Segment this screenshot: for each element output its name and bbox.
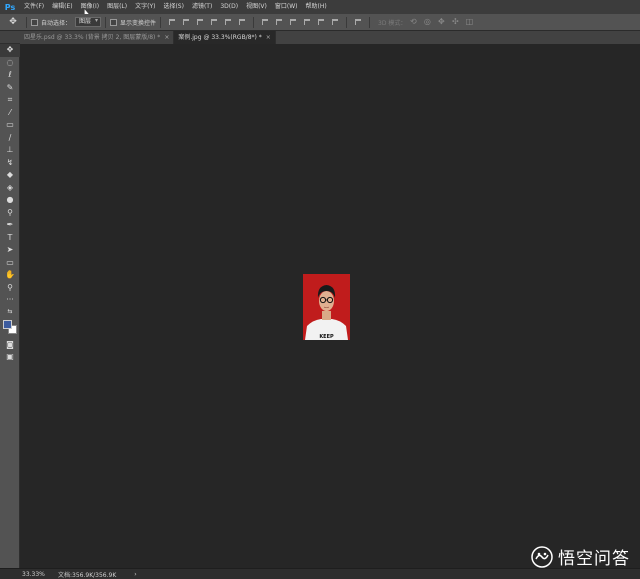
distribute-right-icon[interactable] (330, 17, 340, 27)
divider (369, 16, 371, 28)
menu-filter[interactable]: 滤镜(T) (188, 0, 216, 14)
color-swatches[interactable] (0, 317, 20, 339)
rectangle-icon[interactable]: ▭ (0, 257, 20, 270)
3d-slide-icon[interactable]: ✣ (450, 17, 460, 27)
divider (105, 16, 107, 28)
divider (346, 16, 348, 28)
tools-panel: ✥ ◌ ℓ ✎ ⌗ ⁄ ▭ ∕ ⊥ ↯ ◆ ◈ ● ⚲ ✒ T ➤ ▭ ✋ ⚲ … (0, 44, 20, 568)
type-icon[interactable]: T (0, 232, 20, 245)
move-icon[interactable]: ✥ (0, 44, 20, 57)
document-size: 文档:356.9K/356.9K (58, 571, 117, 579)
tab-label: 案例.jpg @ 33.3%(RGB/8*) * (178, 34, 262, 41)
marquee-icon[interactable]: ◌ (0, 57, 20, 70)
menu-file[interactable]: 文件(F) (20, 0, 48, 14)
distribute-vcenter-icon[interactable] (274, 17, 284, 27)
crop-icon[interactable]: ⌗ (0, 94, 20, 107)
align-vcenter-icon[interactable] (181, 17, 191, 27)
lasso-icon[interactable]: ℓ (0, 69, 20, 82)
tab-document-psd[interactable]: 四星乐.psd @ 33.3% (背景 拷贝 2, 图层蒙版/8) * × (20, 31, 175, 44)
menu-window[interactable]: 窗口(W) (271, 0, 302, 14)
foreground-color-swatch[interactable] (3, 319, 12, 329)
shirt-print: KEEP (319, 334, 334, 340)
blur-icon[interactable]: ● (0, 194, 20, 207)
toolbar-header[interactable] (0, 31, 20, 44)
document-image[interactable]: KEEP (303, 274, 350, 340)
tab-label: 四星乐.psd @ 33.3% (背景 拷贝 2, 图层蒙版/8) * (24, 34, 161, 41)
swap-colors-icon[interactable]: ⇆ (0, 307, 20, 317)
photoshop-logo: Ps (4, 2, 16, 12)
options-bar: ✥ 自动选择： 图层 显示变换控件 3D 模式： ⟲ ◎ ✥ ✣ ◫ (0, 14, 640, 31)
close-icon[interactable]: × (266, 31, 271, 44)
screen-mode-icon[interactable]: ▣ (0, 351, 20, 364)
portrait-photo: KEEP (303, 274, 350, 340)
close-icon[interactable]: × (164, 31, 169, 44)
auto-select-dropdown[interactable]: 图层 (75, 17, 102, 27)
align-top-icon[interactable] (167, 17, 177, 27)
healing-brush-icon[interactable]: ▭ (0, 119, 20, 132)
distribute-hcenter-icon[interactable] (316, 17, 326, 27)
3d-rotate-icon[interactable]: ⟲ (408, 17, 418, 27)
3d-mode-label: 3D 模式： (378, 19, 407, 27)
menu-layer[interactable]: 图层(L) (103, 0, 131, 14)
3d-scale-icon[interactable]: ◫ (464, 17, 474, 27)
more-tools-icon[interactable]: ··· (0, 294, 20, 307)
menu-select[interactable]: 选择(S) (159, 0, 188, 14)
menu-type[interactable]: 文字(Y) (131, 0, 159, 14)
menu-edit[interactable]: 编辑(E) (48, 0, 76, 14)
status-menu-arrow[interactable]: › (134, 571, 136, 578)
path-select-icon[interactable]: ➤ (0, 244, 20, 257)
3d-roll-icon[interactable]: ◎ (422, 17, 432, 27)
canvas-area[interactable]: KEEP (20, 44, 640, 568)
watermark-text: 悟空问答 (558, 549, 630, 569)
zoom-level[interactable]: 33.33% (0, 571, 45, 578)
align-hcenter-icon[interactable] (223, 17, 233, 27)
menu-view[interactable]: 视图(V) (242, 0, 271, 14)
history-brush-icon[interactable]: ↯ (0, 157, 20, 170)
show-transform-checkbox[interactable] (110, 18, 118, 26)
divider (26, 16, 27, 28)
divider (253, 16, 255, 28)
dodge-icon[interactable]: ⚲ (0, 207, 20, 220)
align-left-icon[interactable] (209, 17, 219, 27)
menu-image[interactable]: 图像(I) (77, 0, 103, 14)
auto-align-icon[interactable] (353, 17, 363, 27)
3d-pan-icon[interactable]: ✥ (436, 17, 446, 27)
brush-icon[interactable]: ∕ (0, 132, 20, 145)
tab-document-jpg[interactable]: 案例.jpg @ 33.3%(RGB/8*) * × (174, 31, 276, 44)
quick-mask-icon[interactable]: ◙ (0, 339, 20, 352)
document-tabs: 四星乐.psd @ 33.3% (背景 拷贝 2, 图层蒙版/8) * × 案例… (20, 31, 640, 44)
eyedropper-icon[interactable]: ⁄ (0, 107, 20, 120)
menu-help[interactable]: 帮助(H) (302, 0, 331, 14)
auto-select-checkbox[interactable] (31, 18, 38, 26)
divider (160, 16, 162, 28)
menu-bar: Ps 文件(F) 编辑(E) 图像(I) 图层(L) 文字(Y) 选择(S) 滤… (0, 0, 640, 14)
pen-icon[interactable]: ✒ (0, 219, 20, 232)
paint-bucket-icon[interactable]: ◈ (0, 182, 20, 195)
status-bar: 33.33% 文档:356.9K/356.9K › (0, 568, 640, 579)
distribute-bottom-icon[interactable] (288, 17, 298, 27)
eraser-icon[interactable]: ◆ (0, 169, 20, 182)
align-bottom-icon[interactable] (195, 17, 205, 27)
clone-stamp-icon[interactable]: ⊥ (0, 144, 20, 157)
quick-select-icon[interactable]: ✎ (0, 82, 20, 95)
distribute-top-icon[interactable] (260, 17, 270, 27)
wukong-logo-icon (531, 545, 553, 568)
watermark: 悟空问答 (531, 544, 630, 569)
zoom-icon[interactable]: ⚲ (0, 282, 20, 295)
align-right-icon[interactable] (237, 17, 247, 27)
auto-select-label: 自动选择： (41, 19, 72, 27)
show-transform-label: 显示变换控件 (120, 19, 157, 27)
menu-3d[interactable]: 3D(D) (216, 0, 242, 14)
move-tool-preset-icon[interactable]: ✥ (4, 16, 22, 29)
distribute-left-icon[interactable] (302, 17, 312, 27)
hand-icon[interactable]: ✋ (0, 269, 20, 282)
